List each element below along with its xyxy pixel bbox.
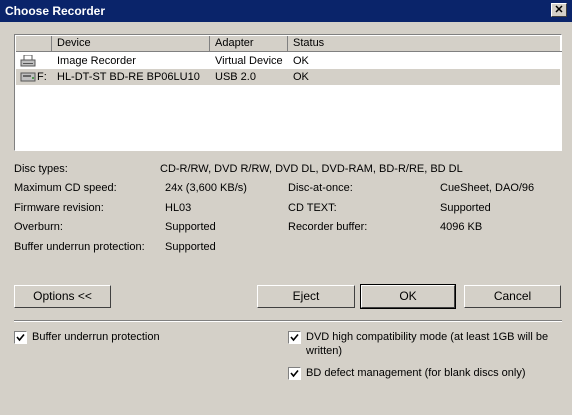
device-list[interactable]: Device Adapter Status Image Recorder Vir… [14,34,562,151]
printer-icon [20,55,36,67]
title-bar[interactable]: Choose Recorder ✕ [0,0,572,22]
buffer-underrun-info-value: Supported [165,241,216,253]
cd-text-label: CD TEXT: [288,202,337,214]
device-adapter: USB 2.0 [215,71,256,83]
recorder-buffer-value: 4096 KB [440,221,483,233]
device-row-image-recorder[interactable]: Image Recorder Virtual Device OK [16,53,560,69]
options-button[interactable]: Options << [14,285,111,308]
ok-button[interactable]: OK [360,284,456,309]
bd-defect-checkbox[interactable] [288,367,301,380]
disc-at-once-value: CueSheet, DAO/96 [440,182,535,194]
max-cd-speed-value: 24x (3,600 KB/s) [165,182,247,194]
buffer-underrun-checkbox[interactable] [14,331,27,344]
cancel-button[interactable]: Cancel [464,285,561,308]
dvd-compat-checkbox-label-line1[interactable]: DVD high compatibility mode (at least 1G… [306,330,548,344]
window-title: Choose Recorder [5,4,106,18]
choose-recorder-dialog: Choose Recorder ✕ Device Adapter Status … [0,0,572,415]
drive-letter: F: [37,71,47,83]
checkmark-icon [290,369,299,378]
max-cd-speed-label: Maximum CD speed: [14,182,117,194]
checkmark-icon [290,333,299,342]
buffer-underrun-info-label: Buffer underrun protection: [14,241,145,253]
buffer-underrun-checkbox-label[interactable]: Buffer underrun protection [32,330,160,344]
separator [14,320,562,322]
dvd-compat-checkbox[interactable] [288,331,301,344]
device-status: OK [293,71,309,83]
device-name: HL-DT-ST BD-RE BP06LU10 [57,71,200,83]
overburn-value: Supported [165,221,216,233]
overburn-label: Overburn: [14,221,63,233]
column-header-adapter[interactable]: Adapter [210,36,288,52]
device-adapter: Virtual Device [215,55,283,67]
column-header-drive[interactable] [16,36,52,52]
device-name: Image Recorder [57,55,136,67]
device-row-bd-drive[interactable]: F: HL-DT-ST BD-RE BP06LU10 USB 2.0 OK [16,69,560,85]
disc-at-once-label: Disc-at-once: [288,182,353,194]
column-header-status[interactable]: Status [288,36,562,52]
optical-drive-icon [20,72,36,82]
device-status: OK [293,55,309,67]
firmware-value: HL03 [165,202,192,214]
column-header-device[interactable]: Device [52,36,210,52]
device-list-header: Device Adapter Status [16,36,562,52]
close-button[interactable]: ✕ [551,3,567,17]
dvd-compat-checkbox-label-line2[interactable]: written) [306,344,342,358]
firmware-label: Firmware revision: [14,202,104,214]
eject-button[interactable]: Eject [257,285,355,308]
recorder-buffer-label: Recorder buffer: [288,221,368,233]
checkmark-icon [16,333,25,342]
disc-types-label: Disc types: [14,163,68,175]
disc-types-value: CD-R/RW, DVD R/RW, DVD DL, DVD-RAM, BD-R… [160,163,463,175]
bd-defect-checkbox-label[interactable]: BD defect management (for blank discs on… [306,366,526,380]
cd-text-value: Supported [440,202,491,214]
